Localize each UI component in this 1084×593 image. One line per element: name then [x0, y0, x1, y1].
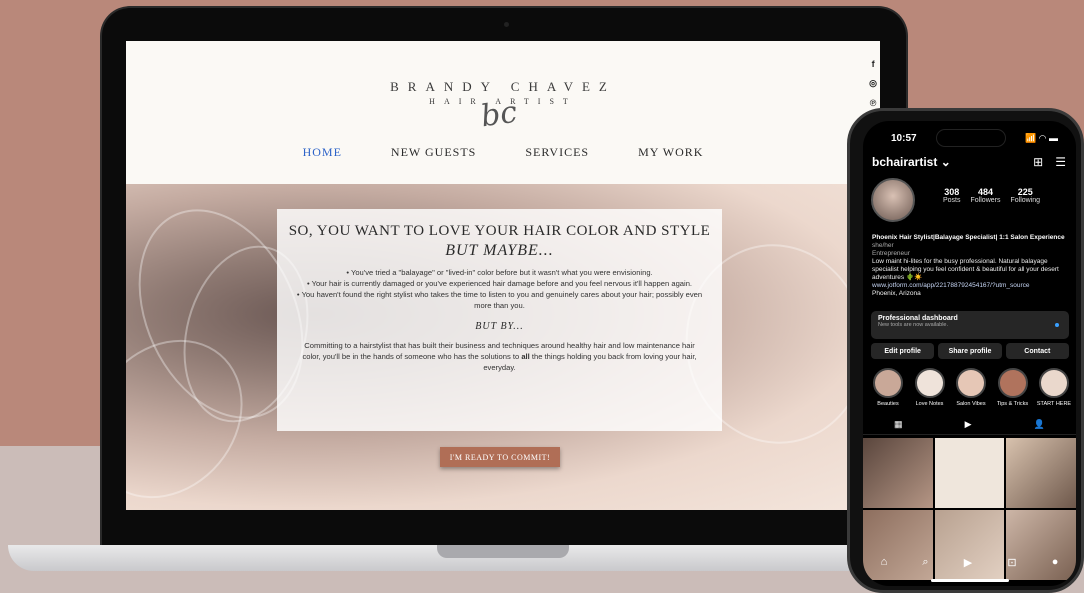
highlight-love-notes[interactable]: Love Notes: [911, 368, 949, 407]
laptop-notch: [437, 545, 569, 558]
bio-name: Phoenix Hair Stylist|Balayage Specialist…: [872, 234, 1065, 241]
bio-link[interactable]: www.jotform.com/app/221788792454167/?utm…: [872, 282, 1072, 290]
add-icon[interactable]: ⊞: [1033, 155, 1043, 169]
top-actions: ⊞ ☰: [1033, 155, 1066, 169]
dashboard-title: Professional dashboard: [878, 315, 958, 322]
menu-icon[interactable]: ☰: [1055, 155, 1066, 169]
stat-label: Posts: [943, 197, 961, 204]
bio-pronouns: she/her: [872, 242, 894, 249]
instagram-screen: 10:57 📶 ◠ ▬ bchairartist ⌄ ⊞ ☰ 308 Posts …: [863, 121, 1076, 586]
reels-icon[interactable]: ▶: [964, 556, 972, 569]
facebook-icon[interactable]: f: [872, 59, 875, 69]
nav-new-guests[interactable]: NEW GUESTS: [391, 145, 476, 160]
status-time: 10:57: [891, 133, 917, 144]
highlight-cover: [997, 368, 1028, 398]
dynamic-island: [936, 129, 1006, 147]
tagged-tab-icon[interactable]: 👤: [1034, 419, 1045, 430]
but-by-heading: BUT BY...: [475, 321, 524, 332]
stat-value: 484: [977, 187, 993, 197]
reels-tab-icon[interactable]: ▶: [965, 419, 972, 430]
contact-button[interactable]: Contact: [1005, 343, 1069, 359]
home-icon[interactable]: ⌂: [881, 556, 888, 569]
grid-tab-icon[interactable]: ▦: [894, 419, 903, 430]
nav-my-work[interactable]: MY WORK: [638, 145, 703, 160]
bottom-nav: ⌂ ⌕ ▶ ⊡ ●: [863, 556, 1076, 569]
hero-card: SO, YOU WANT TO LOVE YOUR HAIR COLOR AND…: [277, 209, 722, 431]
highlight-cover: [914, 368, 945, 398]
site-logo[interactable]: BRANDY CHAVEZ HAIR ARTIST bc: [126, 79, 880, 134]
bio-category: Entrepreneur: [872, 250, 910, 257]
hero-subheadline: BUT MAYBE...: [445, 242, 554, 259]
list-item: You've tried a "balayage" or "lived-in" …: [295, 267, 704, 278]
pain-point-list: You've tried a "balayage" or "lived-in" …: [295, 267, 704, 311]
highlight-cover: [1039, 368, 1069, 398]
post-thumbnail[interactable]: [863, 438, 933, 508]
bio-text: Low maint hi-lites for the busy professi…: [872, 258, 1059, 281]
professional-dashboard[interactable]: Professional dashboard New tools are now…: [871, 311, 1069, 339]
profile-icon[interactable]: ●: [1052, 556, 1059, 569]
highlight-label: Salon Vibes: [956, 401, 986, 407]
commit-button[interactable]: I'M READY TO COMMIT!: [440, 447, 560, 467]
highlight-tips-tricks[interactable]: Tips & Tricks: [994, 368, 1032, 407]
main-nav: HOME NEW GUESTS SERVICES MY WORK: [126, 145, 880, 160]
post-thumbnail[interactable]: [1006, 510, 1076, 580]
highlight-start-here[interactable]: START HERE: [1035, 368, 1073, 407]
highlight-label: Beauties: [877, 401, 899, 407]
highlight-label: Love Notes: [915, 401, 944, 407]
profile-stats: 308 Posts 484 Followers 225 Following: [943, 187, 1040, 204]
website-screen: f ◎ ℗ BRANDY CHAVEZ HAIR ARTIST bc HOME …: [126, 41, 880, 510]
avatar[interactable]: [871, 178, 915, 222]
highlight-label: Tips & Tricks: [996, 401, 1029, 407]
post-thumbnail[interactable]: [934, 438, 1005, 508]
profile-bio: Phoenix Hair Stylist|Balayage Specialist…: [872, 234, 1072, 298]
highlight-label: START HERE: [1036, 401, 1072, 407]
highlight-cover: [873, 368, 903, 398]
stat-posts[interactable]: 308 Posts: [943, 187, 961, 204]
highlight-beauties[interactable]: Beauties: [869, 368, 907, 407]
logo-name: BRANDY CHAVEZ: [390, 79, 616, 94]
post-thumbnail[interactable]: [1006, 438, 1076, 508]
profile-handle[interactable]: bchairartist ⌄: [872, 155, 951, 169]
nav-services[interactable]: SERVICES: [525, 145, 589, 160]
stat-value: 308: [944, 187, 960, 197]
hero-headline: SO, YOU WANT TO LOVE YOUR HAIR COLOR AND…: [288, 223, 711, 239]
highlight-salon-vibes[interactable]: Salon Vibes: [952, 368, 990, 407]
share-profile-button[interactable]: Share profile: [938, 343, 1002, 359]
stat-label: Following: [1010, 197, 1041, 204]
search-icon[interactable]: ⌕: [922, 556, 928, 569]
stat-following[interactable]: 225 Following: [1010, 187, 1040, 204]
story-highlights: Beauties Love Notes Salon Vibes Tips & T…: [865, 368, 1076, 407]
profile-buttons: Edit profile Share profile Contact: [871, 343, 1069, 359]
list-item: Your hair is currently damaged or you've…: [295, 278, 704, 289]
post-thumbnail[interactable]: [934, 510, 1005, 580]
hero-body-bold: all: [521, 352, 530, 361]
stat-value: 225: [1017, 187, 1033, 197]
phone-frame: 10:57 📶 ◠ ▬ bchairartist ⌄ ⊞ ☰ 308 Posts …: [847, 108, 1084, 593]
notification-dot: [1055, 323, 1059, 327]
dashboard-subtitle: New tools are now available.: [878, 322, 949, 328]
status-icons: 📶 ◠ ▬: [1024, 133, 1058, 143]
home-indicator: [931, 579, 1009, 582]
logo-monogram: bc: [478, 94, 520, 135]
post-thumbnail[interactable]: [863, 510, 933, 580]
bio-location: Phoenix, Arizona: [872, 290, 921, 297]
hero-body: Committing to a hairstylist that has bui…: [299, 340, 700, 373]
highlight-cover: [956, 368, 986, 398]
stat-followers[interactable]: 484 Followers: [971, 187, 1001, 204]
camera-dot: [504, 22, 509, 27]
stat-label: Followers: [970, 197, 1001, 204]
profile-tabs: ▦ ▶ 👤: [863, 419, 1076, 435]
hero-section: SO, YOU WANT TO LOVE YOUR HAIR COLOR AND…: [126, 182, 880, 510]
list-item: You haven't found the right stylist who …: [295, 289, 704, 311]
shop-icon[interactable]: ⊡: [1007, 556, 1016, 569]
nav-home[interactable]: HOME: [303, 145, 342, 160]
edit-profile-button[interactable]: Edit profile: [871, 343, 935, 359]
